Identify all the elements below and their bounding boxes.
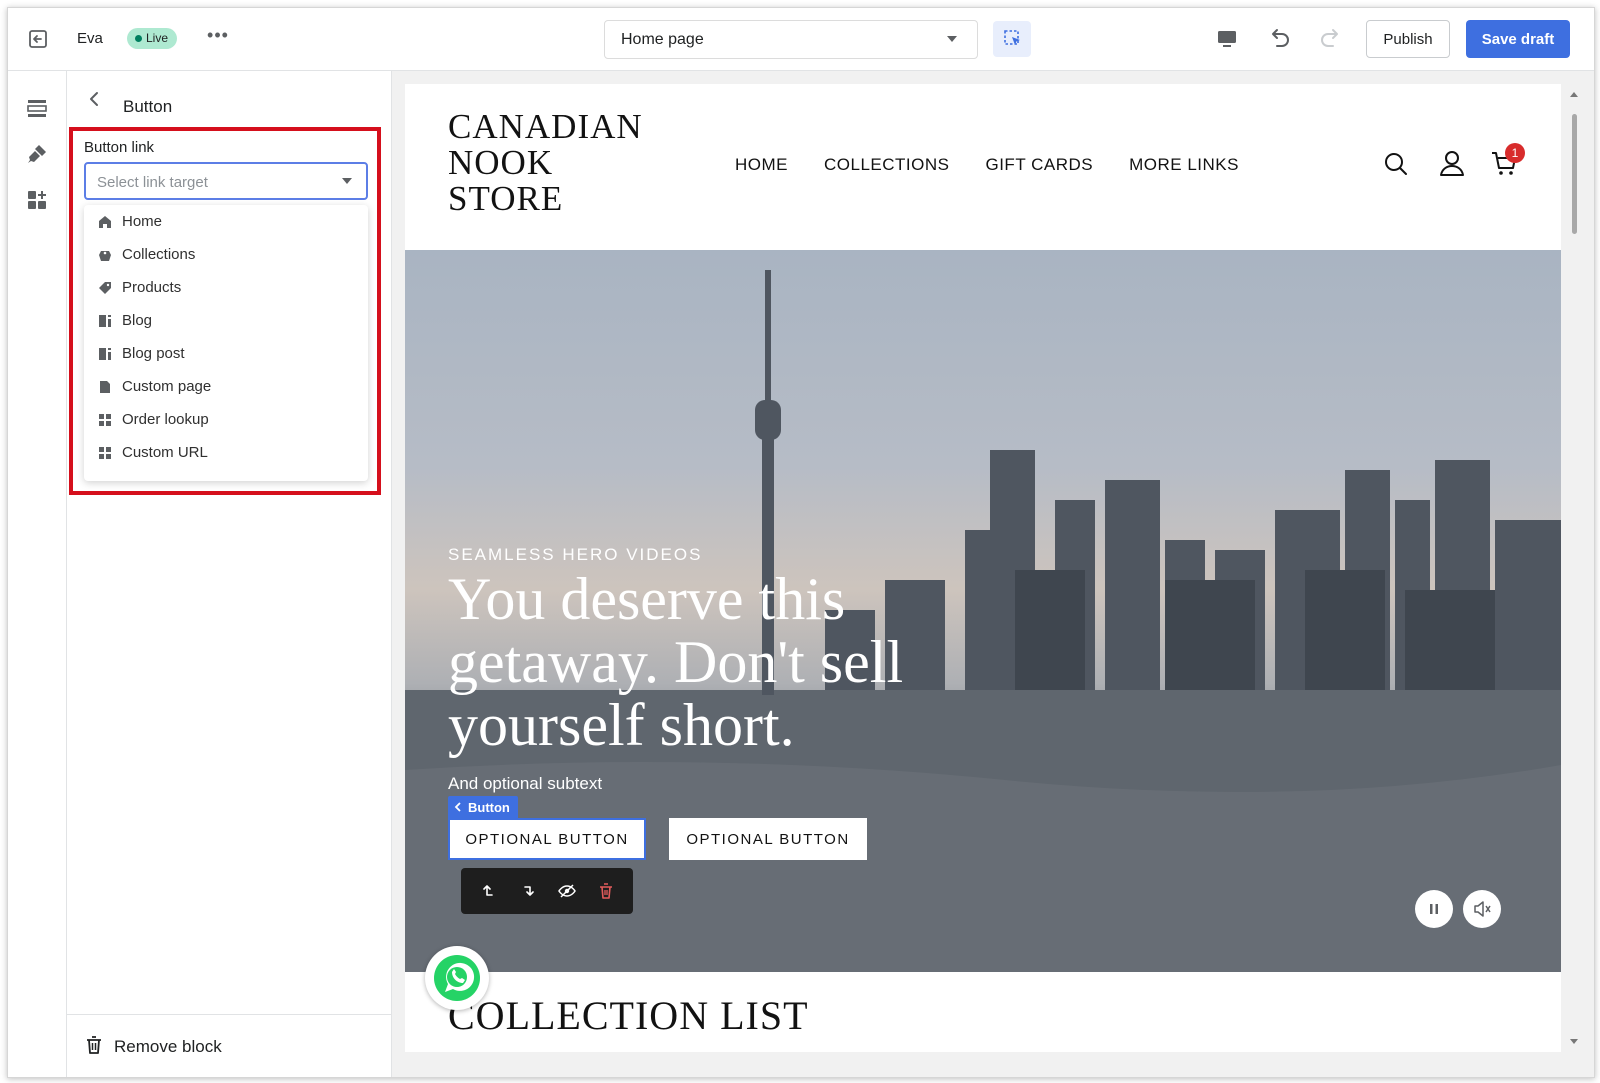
collections-icon [98, 248, 112, 262]
nav-item-gift-cards[interactable]: GIFT CARDS [985, 155, 1093, 175]
button-link-input[interactable]: Select link target [84, 162, 368, 200]
nav-item-collections[interactable]: COLLECTIONS [824, 155, 949, 175]
logo-line: NOOK [448, 143, 554, 182]
mute-icon[interactable] [1463, 890, 1501, 928]
dropdown-item-label: Home [122, 213, 163, 230]
dropdown-item-custom-url[interactable]: Custom URL [84, 436, 368, 469]
hero-button-primary[interactable]: OPTIONAL BUTTON [448, 818, 646, 860]
dropdown-item-label: Blog [122, 312, 153, 329]
dropdown-item-label: Collections [122, 246, 196, 263]
home-icon [98, 215, 112, 229]
live-dot-icon [135, 35, 142, 42]
nav-item-home[interactable]: HOME [735, 155, 788, 175]
back-icon[interactable] [85, 89, 105, 109]
page-select[interactable]: Home page [604, 20, 978, 59]
dropdown-item-home[interactable]: Home [84, 205, 368, 238]
dropdown-item-products[interactable]: Products [84, 271, 368, 304]
blog-post-icon [98, 347, 112, 361]
dropdown-item-label: Custom page [122, 378, 212, 395]
logo-line: STORE [448, 179, 564, 218]
save-draft-button[interactable]: Save draft [1466, 20, 1570, 58]
store-name: Eva [77, 30, 103, 47]
collection-list-heading: COLLECTION LIST [448, 993, 809, 1038]
dropdown-item-blog[interactable]: Blog [84, 304, 368, 337]
dropdown-item-custom-page[interactable]: Custom page [84, 370, 368, 403]
dropdown-item-label: Custom URL [122, 444, 208, 461]
desktop-view-icon[interactable] [1214, 26, 1240, 52]
dropdown-item-label: Order lookup [122, 411, 209, 428]
nav-item-more-links[interactable]: MORE LINKS [1129, 155, 1239, 175]
hero-button-secondary[interactable]: OPTIONAL BUTTON [669, 818, 867, 860]
remove-block-button[interactable]: Remove block [67, 1014, 391, 1077]
store-logo[interactable]: CANADIAN NOOK STORE [448, 109, 643, 217]
inspector-toggle-button[interactable] [993, 21, 1031, 57]
account-icon[interactable] [1437, 148, 1467, 178]
more-actions-button[interactable]: ••• [206, 26, 230, 50]
trash-icon [85, 1035, 103, 1055]
dropdown-item-order-lookup[interactable]: Order lookup [84, 403, 368, 436]
sections-icon[interactable] [25, 96, 49, 120]
left-rail [8, 71, 67, 1077]
hero-subtext: And optional subtext [448, 774, 603, 793]
remove-block-label: Remove block [114, 1037, 222, 1056]
status-badge: Live [127, 28, 178, 49]
dropdown-item-blog-post[interactable]: Blog post [84, 337, 368, 370]
blog-icon [98, 314, 112, 328]
whatsapp-icon[interactable] [425, 946, 489, 1010]
theme-settings-icon[interactable] [25, 142, 49, 166]
search-icon[interactable] [1382, 150, 1410, 178]
redo-icon[interactable] [1318, 25, 1344, 51]
hide-icon[interactable] [557, 881, 577, 901]
selected-block-tag[interactable]: Button [448, 796, 518, 818]
selected-block-tag-label: Button [468, 799, 510, 815]
button-link-label: Button link [84, 139, 155, 156]
apps-icon [98, 413, 112, 427]
dropdown-item-label: Products [122, 279, 182, 296]
dropdown-item-label: Blog post [122, 345, 185, 362]
chevron-down-icon [947, 36, 957, 42]
exit-icon[interactable] [26, 27, 50, 51]
tag-icon [98, 281, 112, 295]
link-target-dropdown: Home Collections Products Blog Blog post… [84, 205, 368, 481]
preview-scrollbar[interactable] [1567, 84, 1581, 1052]
hero-video-section[interactable]: SEAMLESS HERO VIDEOS You deserve this ge… [405, 250, 1561, 972]
settings-sidebar: Button Button link Select link target Ho… [67, 71, 392, 1077]
delete-icon[interactable] [596, 881, 616, 901]
pause-icon[interactable] [1415, 890, 1453, 928]
button-link-placeholder: Select link target [97, 174, 208, 191]
logo-line: CANADIAN [448, 107, 643, 146]
cart-count-badge: 1 [1505, 143, 1525, 163]
hero-heading: You deserve this getaway. Don't sell you… [448, 566, 904, 758]
block-toolbar [461, 868, 633, 914]
move-up-icon[interactable] [479, 881, 499, 901]
status-badge-label: Live [146, 31, 169, 45]
sidebar-title: Button [123, 97, 173, 116]
app-blocks-icon[interactable] [25, 188, 49, 212]
chevron-left-icon [454, 802, 461, 812]
page-icon [98, 380, 112, 394]
dropdown-item-collections[interactable]: Collections [84, 238, 368, 271]
apps-icon [98, 446, 112, 460]
undo-icon[interactable] [1266, 25, 1292, 51]
publish-button[interactable]: Publish [1366, 20, 1450, 58]
chevron-down-icon [342, 178, 352, 184]
page-select-value: Home page [621, 31, 704, 48]
storefront-preview: CANADIAN NOOK STORE HOME COLLECTIONS GIF… [405, 84, 1561, 1052]
move-down-icon[interactable] [518, 881, 538, 901]
hero-eyebrow: SEAMLESS HERO VIDEOS [448, 545, 703, 564]
top-bar: Eva Live ••• Home page Publish Save draf… [8, 8, 1594, 71]
main-nav: HOME COLLECTIONS GIFT CARDS MORE LINKS [735, 155, 1239, 175]
